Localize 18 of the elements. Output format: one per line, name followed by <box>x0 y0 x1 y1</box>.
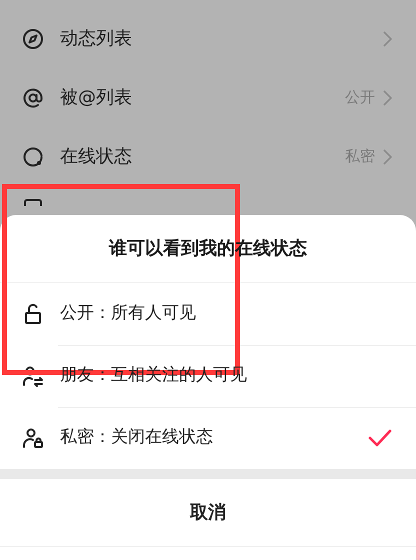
online-status-icon <box>22 146 44 168</box>
settings-row[interactable]: 被@列表 公开 <box>0 68 416 127</box>
setting-value: 公开 <box>345 87 375 108</box>
setting-label: 在线状态 <box>60 145 132 169</box>
setting-value: 私密 <box>345 146 375 168</box>
setting-label: 被@列表 <box>60 86 132 110</box>
setting-label: 动态列表 <box>60 27 132 51</box>
settings-row[interactable]: 动态列表 <box>0 9 416 68</box>
chevron-right-icon <box>383 31 392 48</box>
settings-row[interactable]: 在线状态 私密 <box>0 127 416 186</box>
checkmark-icon <box>368 429 392 447</box>
compass-icon <box>22 28 44 50</box>
at-sign-icon <box>22 86 44 108</box>
friends-icon <box>22 365 44 387</box>
chevron-right-icon <box>383 148 392 164</box>
unlock-icon <box>22 303 44 325</box>
person-lock-icon <box>22 427 44 449</box>
chevron-right-icon <box>383 90 392 106</box>
